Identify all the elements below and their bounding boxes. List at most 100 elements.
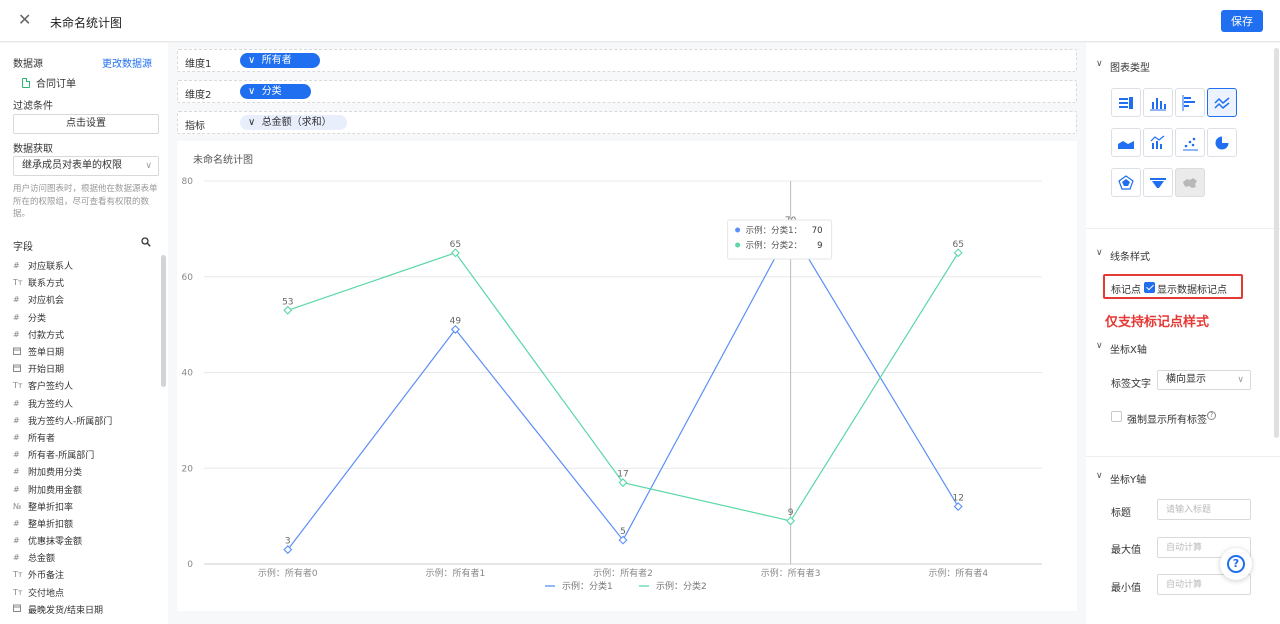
field-item-label: 所有者 <box>28 433 56 444</box>
ytitle-input[interactable] <box>1157 499 1251 520</box>
chart-type-line[interactable] <box>1207 88 1237 117</box>
metric-value: 总金额（求和） <box>261 117 332 128</box>
chart-type-map[interactable] <box>1175 168 1205 197</box>
tooltip-label: 示例：分类2： <box>746 240 802 251</box>
yaxis-section[interactable]: ∨ 坐标Y轴 <box>1096 471 1146 486</box>
label-text-select[interactable]: 横向显示 ∨ <box>1157 370 1251 390</box>
filter-label: 过滤条件 <box>13 101 53 112</box>
data-point-marker <box>953 502 963 512</box>
field-list-scrollbar[interactable] <box>161 255 166 387</box>
force-labels-label[interactable]: 强制显示所有标签 <box>1127 411 1207 426</box>
field-item-label: 交付地点 <box>28 588 65 599</box>
question-icon[interactable]: ? <box>1207 411 1216 420</box>
filter-set-button[interactable]: 点击设置 <box>13 114 159 134</box>
chart-type-combo[interactable] <box>1143 128 1173 157</box>
field-item[interactable]: # 我方签约人-所属部门 <box>13 412 153 429</box>
label-text-label: 标签文字 <box>1111 379 1151 390</box>
field-item[interactable]: # 分类 <box>13 309 153 326</box>
chart-type-area[interactable] <box>1111 128 1141 157</box>
divider <box>1086 228 1280 229</box>
marker-checkbox-label[interactable]: 显示数据标记点 <box>1157 281 1227 296</box>
field-item[interactable]: # 所有者 <box>13 429 153 446</box>
chart-type-table[interactable] <box>1111 88 1141 117</box>
data-label: 65 <box>952 240 963 250</box>
force-labels-checkbox[interactable] <box>1111 411 1122 422</box>
fetch-permission-select[interactable]: 继承成员对表单的权限 ∨ <box>13 156 159 176</box>
field-item[interactable]: # 对应机会 <box>13 291 153 308</box>
field-item[interactable]: № 整单折扣率 <box>13 498 153 515</box>
number-field-icon: # <box>13 295 20 305</box>
ymin-label: 最小值 <box>1111 583 1141 594</box>
y-tick-label: 60 <box>182 273 194 283</box>
tooltip-dot <box>735 227 741 233</box>
field-item[interactable]: 最晚发货/结束日期 <box>13 601 153 618</box>
xaxis-section[interactable]: ∨ 坐标X轴 <box>1096 341 1147 356</box>
field-item[interactable]: # 附加费用分类 <box>13 463 153 480</box>
tooltip-label: 示例：分类1： <box>746 225 802 236</box>
metric-label: 指标 <box>185 121 205 132</box>
page-title: 未命名统计图 <box>50 16 123 30</box>
x-tick-label: 示例：所有者4 <box>928 567 988 579</box>
field-item-label: 整单折扣额 <box>28 519 74 530</box>
field-item[interactable]: Tт 客户签约人 <box>13 377 153 394</box>
field-item[interactable]: # 我方签约人 <box>13 395 153 412</box>
x-tick-label: 示例：所有者2 <box>593 567 653 579</box>
field-item[interactable]: # 总金额 <box>13 549 153 566</box>
chart-type-radar[interactable] <box>1111 168 1141 197</box>
field-item[interactable]: Tт 交付地点 <box>13 584 153 601</box>
chart-type-bar[interactable] <box>1175 88 1205 117</box>
field-item-label: 我方签约人-所属部门 <box>28 416 113 427</box>
number-field-icon: # <box>13 432 20 442</box>
document-icon <box>22 77 30 88</box>
calendar-icon <box>13 364 28 374</box>
dimension2-row[interactable]: 维度2 ∨ 分类 <box>177 80 1077 103</box>
data-label: 5 <box>620 527 626 537</box>
dimension2-pill[interactable]: ∨ 分类 <box>240 84 311 99</box>
close-icon[interactable]: ✕ <box>18 12 32 28</box>
text-field-icon: Tт <box>13 587 23 597</box>
data-label: 12 <box>952 494 963 504</box>
chart-type-column[interactable] <box>1143 88 1173 117</box>
dimension1-label: 维度1 <box>185 59 212 70</box>
dimension1-pill[interactable]: ∨ 所有者 <box>240 53 320 68</box>
field-item[interactable]: # 付款方式 <box>13 326 153 343</box>
datasource-item[interactable]: 合同订单 <box>22 75 76 90</box>
chevron-down-icon: ∨ <box>145 161 152 171</box>
field-item[interactable]: # 整单折扣额 <box>13 515 153 532</box>
field-item-label: 付款方式 <box>28 330 65 341</box>
field-item[interactable]: # 附加费用金额 <box>13 480 153 497</box>
field-item-label: 开始日期 <box>28 365 65 376</box>
line-chart[interactable]: 0 20 40 60 80 示例：所有者0 示例：所有者1 示例：所有者2 示例：所有者3 示例：… <box>177 141 1077 611</box>
marker-checkbox[interactable] <box>1144 282 1155 293</box>
metric-row[interactable]: 指标 ∨ 总金额（求和） <box>177 111 1077 134</box>
data-label: 65 <box>450 240 461 250</box>
y-tick-label: 0 <box>187 560 193 570</box>
dimension2-value: 分类 <box>261 86 282 97</box>
field-list: # 对应联系人 Tт 联系方式 # 对应机会 # 分类 # 付款方式 签单日期 开始日期 Tт 客户签约人… <box>13 257 153 618</box>
chart-type-section[interactable]: ∨ 图表类型 <box>1096 59 1150 74</box>
dimension2-label: 维度2 <box>185 90 212 101</box>
field-item[interactable]: 开始日期 <box>13 360 153 377</box>
right-panel-scrollbar[interactable] <box>1274 48 1279 438</box>
search-icon[interactable] <box>141 237 151 247</box>
chart-type-pie[interactable] <box>1207 128 1237 157</box>
field-item[interactable]: 签单日期 <box>13 343 153 360</box>
field-item[interactable]: # 对应联系人 <box>13 257 153 274</box>
number-field-icon: # <box>13 450 20 460</box>
line-style-section[interactable]: ∨ 线条样式 <box>1096 248 1150 263</box>
save-button[interactable]: 保存 <box>1221 10 1263 32</box>
dimension1-row[interactable]: 维度1 ∨ 所有者 <box>177 49 1077 72</box>
help-button[interactable]: ? <box>1220 548 1252 580</box>
field-item[interactable]: Tт 外币备注 <box>13 566 153 583</box>
column-chart-icon <box>1150 98 1166 111</box>
datasource-item-label: 合同订单 <box>36 79 76 90</box>
change-datasource-link[interactable]: 更改数据源 <box>102 55 152 70</box>
field-item[interactable]: Tт 联系方式 <box>13 274 153 291</box>
field-item[interactable]: # 优惠抹零金额 <box>13 532 153 549</box>
metric-pill[interactable]: ∨ 总金额（求和） <box>240 115 347 130</box>
fetch-permission-value: 继承成员对表单的权限 <box>22 160 122 171</box>
field-item-label: 签单日期 <box>28 348 65 359</box>
field-item[interactable]: # 所有者-所属部门 <box>13 446 153 463</box>
chart-type-scatter[interactable] <box>1175 128 1205 157</box>
chart-type-funnel[interactable] <box>1143 168 1173 197</box>
